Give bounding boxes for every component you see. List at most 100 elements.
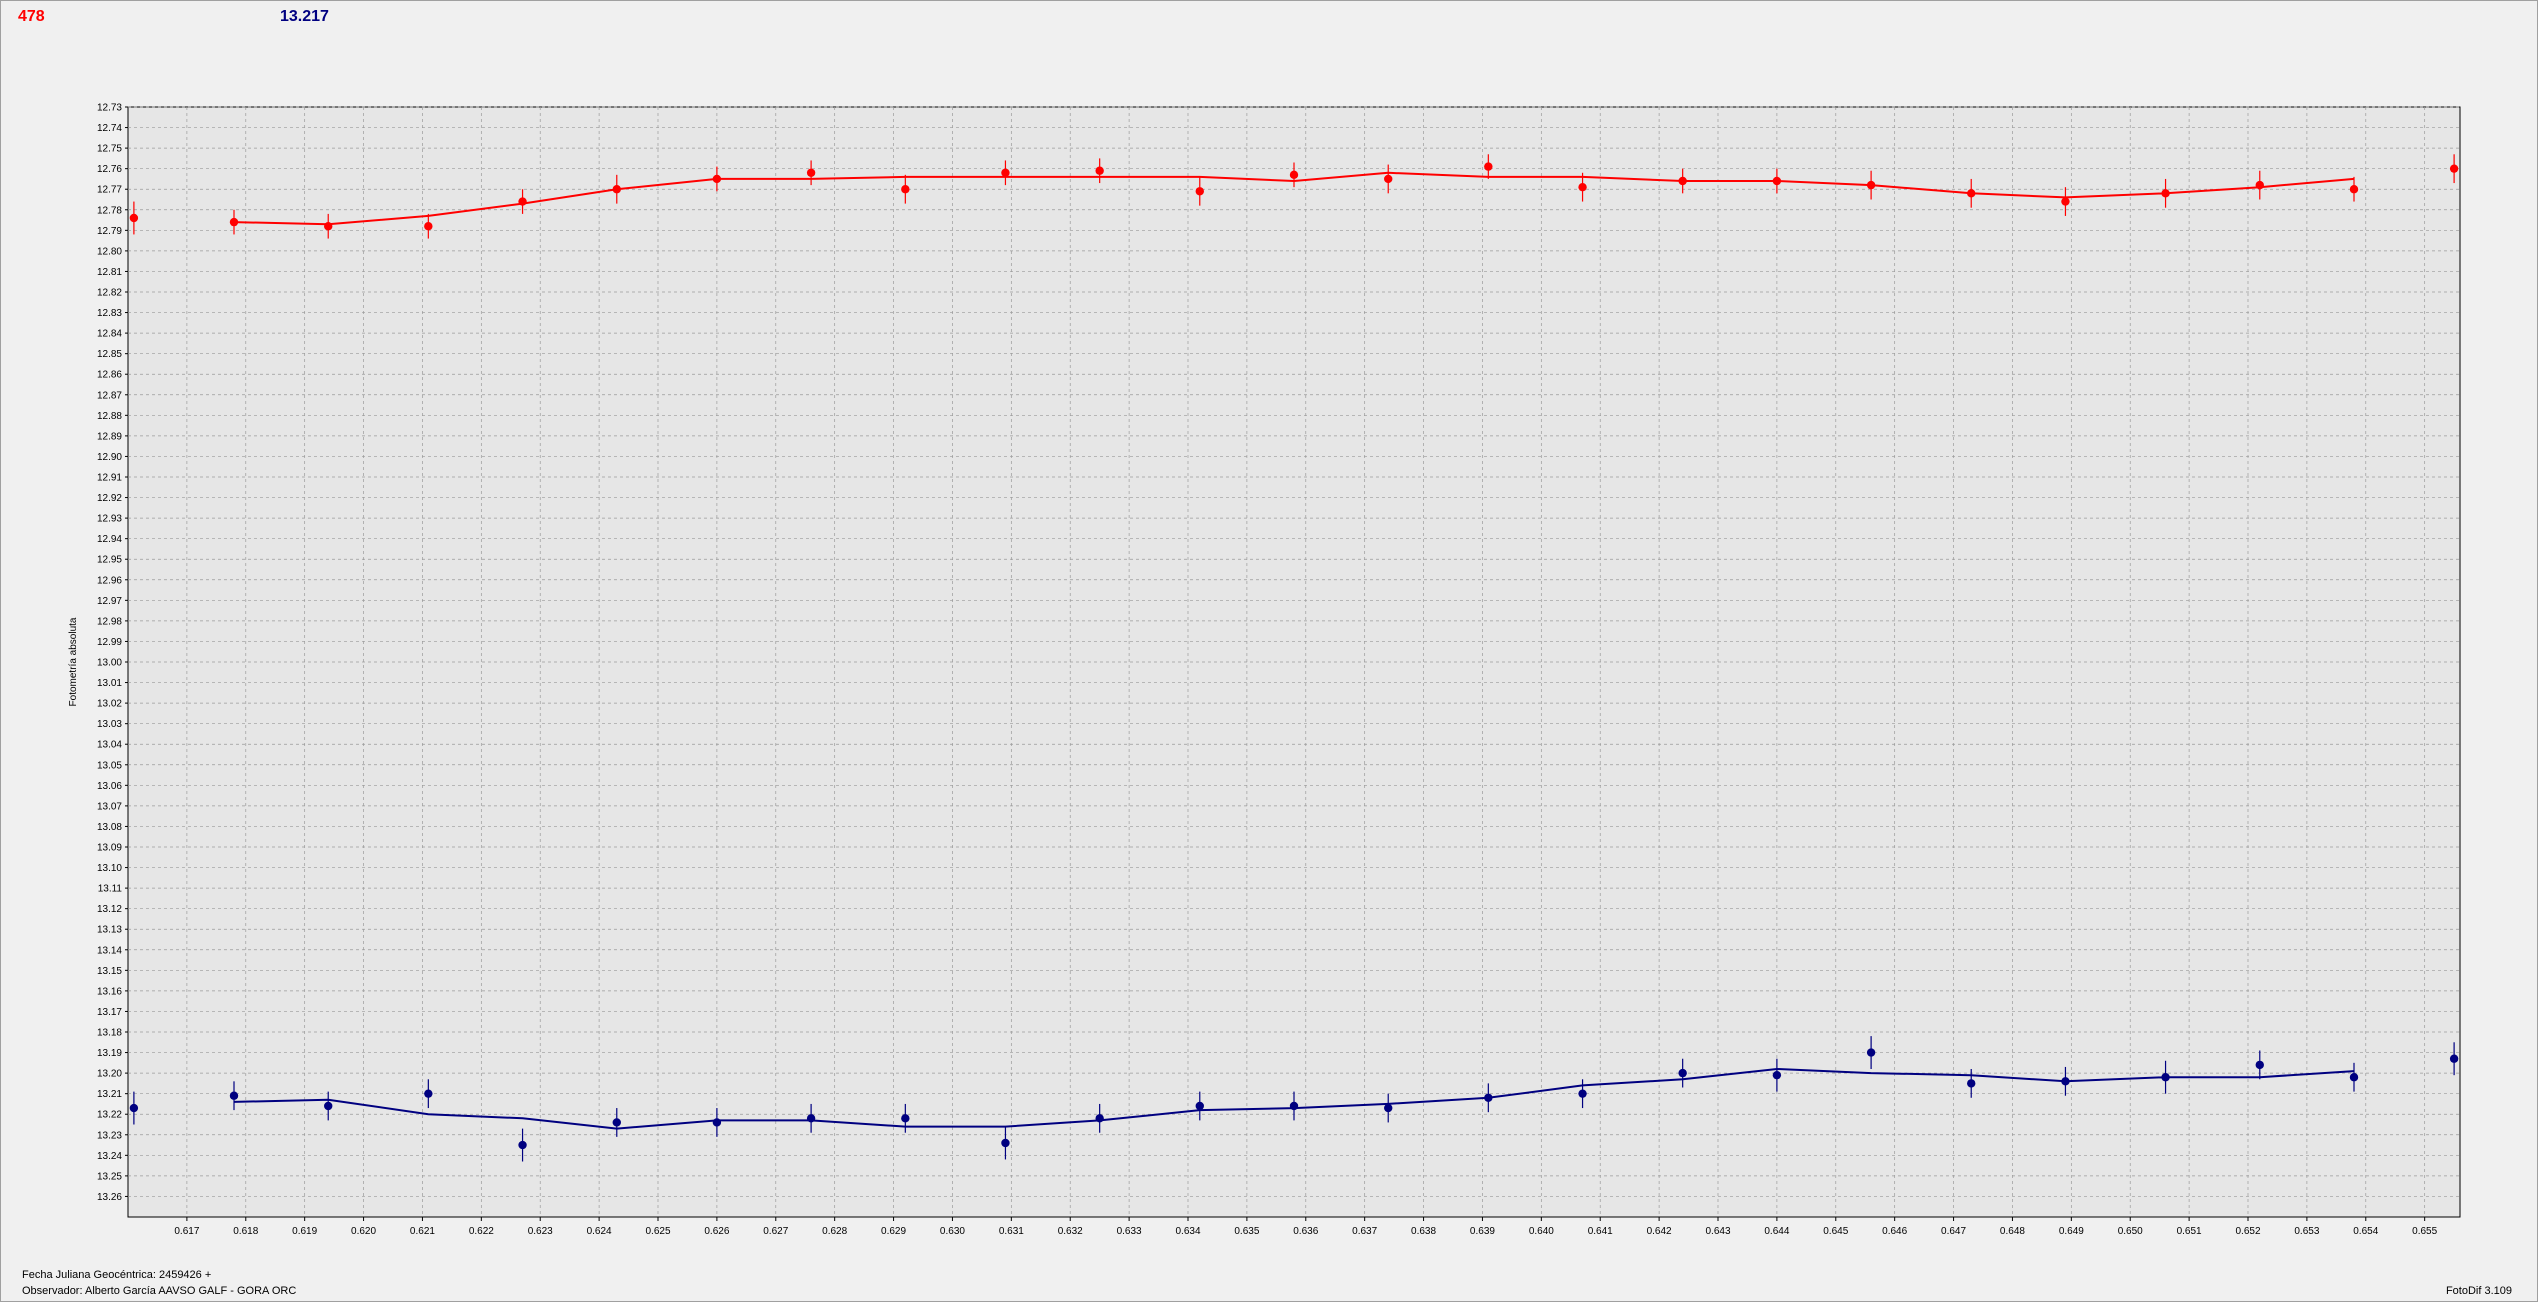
julian-date-label: Fecha Juliana Geocéntrica: 2459426 + xyxy=(22,1269,212,1281)
data-point xyxy=(1578,1089,1587,1098)
y-tick-label: 12.99 xyxy=(97,637,122,648)
x-tick-label: 0.652 xyxy=(2235,1226,2260,1237)
y-tick-label: 13.23 xyxy=(97,1130,122,1141)
x-tick-label: 0.621 xyxy=(410,1226,435,1237)
x-tick-label: 0.651 xyxy=(2177,1226,2202,1237)
y-tick-label: 13.04 xyxy=(97,740,122,751)
y-tick-label: 12.80 xyxy=(97,246,122,257)
y-tick-label: 12.82 xyxy=(97,288,122,299)
data-point xyxy=(901,185,910,194)
y-tick-label: 13.16 xyxy=(97,986,122,997)
x-tick-label: 0.629 xyxy=(881,1226,906,1237)
data-point xyxy=(2061,1077,2070,1086)
data-point xyxy=(1866,180,1876,190)
data-point xyxy=(1384,174,1393,184)
y-tick-label: 13.10 xyxy=(97,863,122,874)
x-tick-label: 0.647 xyxy=(1941,1226,1966,1237)
data-point xyxy=(2349,1073,2359,1082)
x-tick-label: 0.626 xyxy=(704,1226,729,1237)
data-point xyxy=(1195,1101,1204,1111)
x-tick-label: 0.635 xyxy=(1234,1226,1259,1237)
y-tick-label: 13.26 xyxy=(97,1192,122,1203)
data-point xyxy=(1001,1138,1010,1148)
data-point xyxy=(2349,185,2359,194)
data-point xyxy=(229,1091,239,1100)
x-tick-label: 0.631 xyxy=(999,1226,1024,1237)
data-point xyxy=(806,1114,816,1123)
data-point xyxy=(806,168,816,177)
y-tick-label: 12.87 xyxy=(97,390,122,401)
data-point xyxy=(518,1140,527,1150)
x-tick-label: 0.644 xyxy=(1764,1226,1789,1237)
x-tick-label: 0.636 xyxy=(1293,1226,1318,1237)
y-tick-label: 13.00 xyxy=(97,658,122,669)
y-tick-label: 13.11 xyxy=(98,884,123,895)
x-tick-label: 0.619 xyxy=(292,1226,317,1237)
y-tick-label: 12.90 xyxy=(97,452,122,463)
y-tick-label: 13.07 xyxy=(97,801,122,812)
y-tick-label: 13.13 xyxy=(97,925,122,936)
y-tick-label: 12.92 xyxy=(97,493,122,504)
data-point xyxy=(1967,1079,1976,1088)
y-tick-label: 13.08 xyxy=(97,822,122,833)
y-tick-label: 12.86 xyxy=(97,370,122,381)
data-point xyxy=(1772,176,1782,186)
data-point xyxy=(518,197,527,206)
x-tick-label: 0.639 xyxy=(1470,1226,1495,1237)
y-tick-label: 13.22 xyxy=(97,1110,122,1121)
data-point xyxy=(2161,1073,2170,1082)
x-tick-label: 0.623 xyxy=(528,1226,553,1237)
x-tick-label: 0.641 xyxy=(1588,1226,1613,1237)
y-tick-label: 12.78 xyxy=(97,205,122,216)
data-point xyxy=(424,222,433,231)
x-tick-label: 0.643 xyxy=(1705,1226,1730,1237)
y-axis-label: Fotometría absoluta xyxy=(68,617,79,706)
y-tick-label: 12.74 xyxy=(97,123,122,134)
y-tick-label: 12.83 xyxy=(97,308,122,319)
y-tick-label: 12.85 xyxy=(97,349,122,360)
x-tick-label: 0.632 xyxy=(1058,1226,1083,1237)
data-point xyxy=(129,1103,139,1113)
y-tick-labels: 12.73 12.74 12.75 12.76 12.77 12.78 12.79 12.80… xyxy=(97,103,122,1203)
x-tick-label: 0.654 xyxy=(2353,1226,2378,1237)
x-tick-label: 0.633 xyxy=(1117,1226,1142,1237)
y-tick-label: 12.95 xyxy=(97,555,122,566)
y-tick-label: 13.14 xyxy=(97,945,122,956)
x-tick-label: 0.627 xyxy=(763,1226,788,1237)
y-tick-label: 13.24 xyxy=(97,1151,122,1162)
data-point xyxy=(1289,1101,1299,1111)
y-tick-label: 13.06 xyxy=(97,781,122,792)
data-point xyxy=(1095,166,1104,175)
y-tick-label: 12.89 xyxy=(97,431,122,442)
x-tick-label: 0.618 xyxy=(233,1226,258,1237)
y-tick-label: 12.76 xyxy=(97,164,122,175)
x-tick-label: 0.650 xyxy=(2118,1226,2143,1237)
data-point xyxy=(129,213,139,223)
data-point xyxy=(1384,1103,1393,1113)
data-point xyxy=(2449,1054,2459,1063)
data-point xyxy=(1967,189,1976,198)
x-tick-label: 0.617 xyxy=(174,1226,199,1237)
y-tick-label: 13.09 xyxy=(97,843,122,854)
x-tick-labels: 0.617 0.618 0.619 0.620 0.621 0.622 0.623 0.624… xyxy=(174,1226,2437,1237)
y-tick-label: 13.25 xyxy=(97,1171,122,1182)
x-tick-label: 0.653 xyxy=(2294,1226,2319,1237)
y-tick-label: 13.05 xyxy=(97,760,122,771)
y-tick-label: 13.02 xyxy=(97,699,122,710)
y-tick-label: 13.21 xyxy=(97,1089,122,1100)
y-tick-label: 13.03 xyxy=(97,719,122,730)
y-tick-label: 13.20 xyxy=(97,1069,122,1080)
data-point xyxy=(324,222,333,231)
data-point xyxy=(2255,1060,2264,1070)
data-point xyxy=(229,217,239,227)
data-point xyxy=(1484,1093,1493,1102)
data-point xyxy=(2061,197,2070,206)
data-point xyxy=(424,1089,433,1098)
data-point xyxy=(612,1118,621,1127)
observer-label: Observador: Alberto García AAVSO GALF - … xyxy=(22,1285,297,1297)
x-tick-label: 0.625 xyxy=(645,1226,670,1237)
data-point xyxy=(1578,182,1587,192)
data-point xyxy=(1001,168,1010,177)
x-tick-label: 0.620 xyxy=(351,1226,376,1237)
x-tick-label: 0.648 xyxy=(2000,1226,2025,1237)
